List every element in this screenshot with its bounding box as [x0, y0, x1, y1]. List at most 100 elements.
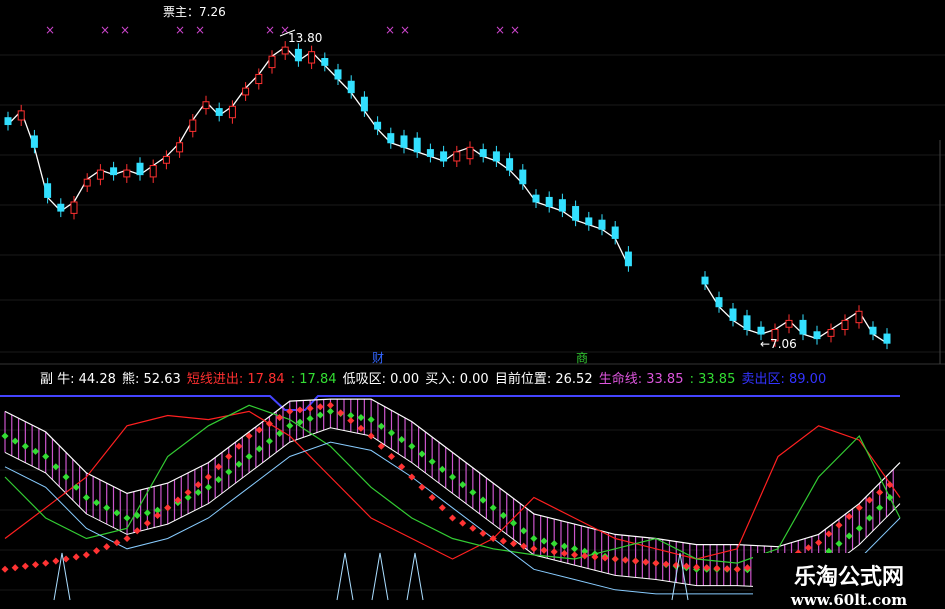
- dot-green-series: [245, 452, 253, 461]
- dot-green-series: [479, 496, 487, 504]
- dot-red-series: [825, 530, 833, 538]
- dot-red-series: [540, 546, 548, 554]
- candle-body: [785, 319, 793, 328]
- candle-body: [334, 69, 342, 80]
- candle-body: [757, 326, 765, 335]
- dot-green-series: [835, 540, 843, 548]
- dot-green-series: [194, 488, 202, 496]
- candle-body: [572, 206, 580, 221]
- candle-body: [308, 51, 316, 64]
- dot-red-series: [499, 537, 507, 545]
- dot-green-series: [235, 460, 243, 468]
- top-signal-mark: ×: [510, 23, 520, 37]
- dot-green-series: [459, 481, 467, 489]
- dot-red-series: [215, 463, 223, 471]
- dot-red-series: [845, 512, 853, 520]
- watermark-logo: 乐淘公式网 www.60lt.com: [753, 553, 945, 609]
- candle-body: [492, 151, 500, 162]
- dot-red-series: [21, 562, 29, 570]
- dot-green-series: [367, 416, 375, 424]
- candle-body: [70, 201, 78, 214]
- dot-red-series: [652, 559, 660, 567]
- dot-red-series: [296, 406, 304, 414]
- candle-body: [701, 276, 709, 285]
- dot-red-series: [1, 565, 9, 573]
- dot-green-series: [133, 511, 141, 519]
- dot-red-series: [530, 545, 538, 553]
- dot-green-series: [377, 422, 385, 430]
- dot-green-series: [286, 422, 294, 430]
- dot-green-series: [469, 488, 477, 496]
- info-position: 目前位置: 26.52: [494, 372, 593, 387]
- dot-green-series: [316, 411, 324, 419]
- dot-red-series: [428, 493, 436, 502]
- dot-green-series: [520, 527, 528, 535]
- candle-body: [189, 119, 197, 132]
- dot-red-series: [255, 426, 263, 434]
- dot-green-series: [123, 514, 131, 522]
- candle-body: [611, 226, 619, 239]
- dot-red-series: [632, 557, 640, 565]
- candle-body: [743, 315, 751, 331]
- dot-green-series: [398, 436, 406, 444]
- candle-body: [255, 73, 263, 85]
- dot-green-series: [865, 514, 874, 522]
- candle-body: [202, 101, 210, 110]
- dot-red-series: [143, 519, 151, 527]
- dot-green-series: [42, 452, 50, 461]
- dot-red-series: [347, 417, 355, 425]
- info-life-line: 生命线: 33.85: [598, 372, 684, 387]
- candle-body: [215, 108, 223, 116]
- dot-red-series: [103, 543, 111, 551]
- dot-red-series: [265, 420, 273, 428]
- dot-green-series: [225, 468, 233, 476]
- candle-body: [729, 308, 737, 321]
- dot-red-series: [154, 511, 162, 519]
- dot-red-series: [835, 521, 843, 529]
- dot-red-series: [479, 529, 487, 537]
- candle-body: [360, 96, 368, 112]
- candle-body: [453, 151, 461, 162]
- candle-body: [57, 203, 65, 212]
- candle-body: [374, 121, 382, 130]
- dot-red-series: [337, 409, 345, 417]
- info-sell-zone: 卖出区: 89.00: [741, 372, 827, 387]
- dot-red-series: [123, 534, 131, 543]
- dot-red-series: [560, 549, 568, 557]
- watermark-line1: 乐淘公式网: [793, 565, 904, 590]
- dot-green-series: [62, 473, 70, 481]
- dot-green-series: [540, 537, 548, 545]
- dot-red-series: [459, 519, 467, 527]
- dot-red-series: [326, 401, 334, 409]
- dot-red-series: [581, 552, 589, 560]
- dot-green-series: [428, 458, 436, 466]
- dot-green-series: [448, 473, 457, 481]
- info-buy: 买入: 0.00: [425, 372, 489, 387]
- candle-body: [321, 57, 329, 66]
- watermark-line2: www.60lt.com: [790, 591, 908, 609]
- candle-body: [827, 329, 835, 337]
- dot-red-series: [387, 452, 396, 461]
- dot-red-series: [865, 496, 874, 504]
- dot-red-series: [571, 551, 579, 559]
- dot-red-series: [469, 524, 477, 532]
- candle-body: [149, 165, 157, 178]
- candle-body: [869, 326, 877, 335]
- dot-green-series: [418, 450, 426, 458]
- dot-red-series: [357, 424, 365, 432]
- candle-body: [440, 151, 448, 162]
- top-signal-mark: ×: [45, 23, 55, 37]
- candle-body: [30, 135, 38, 148]
- dot-green-series: [408, 442, 416, 450]
- info-short-in-out: 短线进出: 17.84: [186, 372, 285, 387]
- candle-body: [162, 155, 170, 164]
- dot-green-series: [21, 442, 29, 450]
- candle-body: [228, 105, 236, 119]
- buy-spike: [371, 552, 389, 601]
- candle-body: [506, 158, 514, 171]
- candle-body: [110, 167, 118, 176]
- candle-body: [387, 133, 395, 144]
- dot-red-series: [133, 527, 141, 535]
- dot-red-series: [72, 553, 80, 561]
- candle-body: [466, 146, 474, 160]
